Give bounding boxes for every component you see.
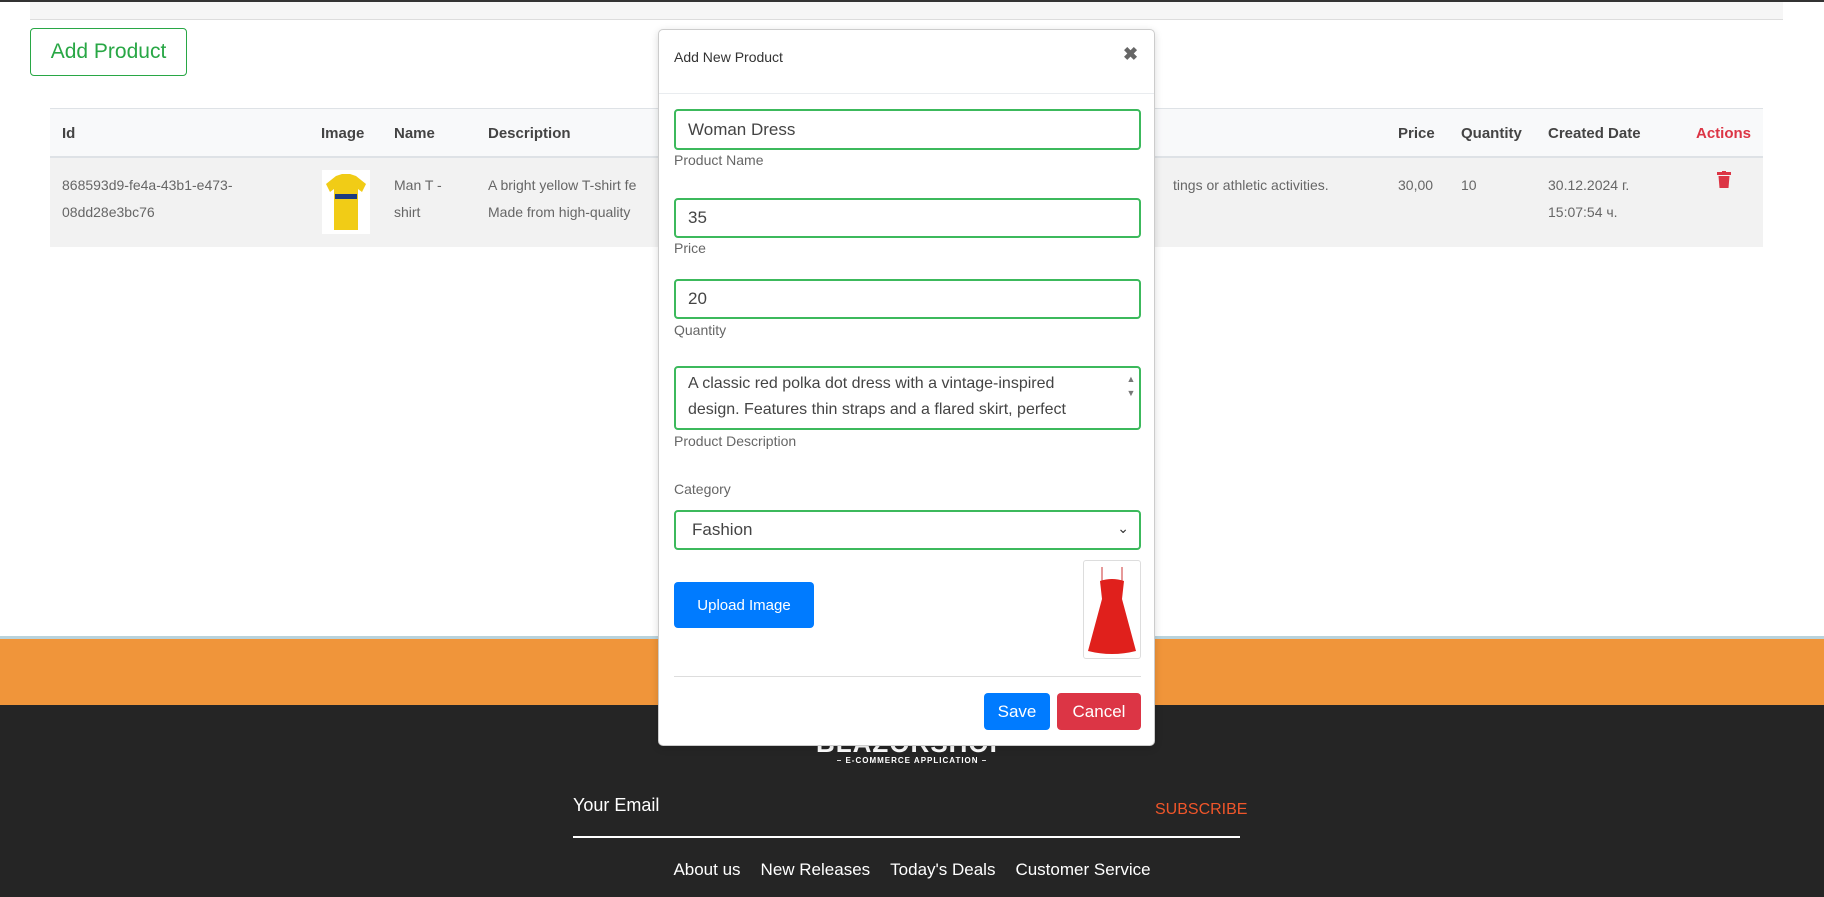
- divider: [674, 676, 1141, 677]
- description-textarea[interactable]: A classic red polka dot dress with a vin…: [674, 366, 1141, 430]
- price-label: Price: [674, 240, 706, 256]
- description-line: A bright yellow T-shirt fe: [488, 177, 637, 193]
- category-select[interactable]: Fashion ⌄: [674, 510, 1141, 550]
- header-actions: Actions: [1696, 125, 1752, 142]
- description-label: Product Description: [674, 433, 797, 449]
- header-created-date: Created Date: [1548, 125, 1641, 142]
- category-value: Fashion: [692, 520, 753, 539]
- name-line: shirt: [394, 204, 421, 220]
- id-line: 868593d9-fe4a-43b1-e473-: [62, 177, 233, 193]
- footer-link-todays-deals[interactable]: Today's Deals: [890, 860, 995, 880]
- add-product-modal: Add New Product ✖ Woman Dress Product Na…: [658, 29, 1155, 746]
- cell-description-end: tings or athletic activities.: [1173, 177, 1329, 193]
- quantity-input[interactable]: 20: [674, 279, 1141, 319]
- save-button[interactable]: Save: [984, 693, 1050, 730]
- cell-description: A bright yellow T-shirt fe Made from high…: [488, 172, 636, 226]
- email-input[interactable]: Your Email: [573, 795, 659, 816]
- modal-title: Add New Product: [674, 49, 783, 65]
- cell-quantity: 10: [1461, 177, 1477, 193]
- header-price: Price: [1398, 125, 1435, 142]
- id-line: 08dd28e3bc76: [62, 204, 155, 220]
- product-image-preview: [1083, 560, 1141, 659]
- trash-icon[interactable]: [1717, 171, 1731, 188]
- top-bar: [30, 2, 1783, 20]
- header-id: Id: [62, 125, 76, 142]
- divider: [659, 93, 1154, 94]
- date-line: 30.12.2024 г.: [1548, 177, 1630, 193]
- header-name: Name: [394, 125, 435, 142]
- product-thumbnail: [322, 170, 370, 234]
- description-line: Made from high-quality: [488, 204, 631, 220]
- product-name-label: Product Name: [674, 152, 764, 168]
- date-line: 15:07:54 ч.: [1548, 204, 1618, 220]
- cell-name: Man T - shirt: [394, 172, 442, 226]
- footer-link-about[interactable]: About us: [673, 860, 740, 880]
- product-name-input[interactable]: Woman Dress: [674, 109, 1141, 150]
- email-underline: [573, 836, 1240, 838]
- header-image: Image: [321, 125, 365, 142]
- cell-id: 868593d9-fe4a-43b1-e473- 08dd28e3bc76: [62, 172, 232, 226]
- logo-subtitle: – E-COMMERCE APPLICATION –: [836, 756, 988, 765]
- header-quantity: Quantity: [1461, 125, 1522, 142]
- footer-links: About us New Releases Today's Deals Cust…: [0, 860, 1824, 880]
- footer-link-new-releases[interactable]: New Releases: [761, 860, 871, 880]
- chevron-down-icon: ⌄: [1117, 520, 1129, 536]
- name-line: Man T -: [394, 177, 442, 193]
- cancel-button[interactable]: Cancel: [1057, 693, 1141, 730]
- close-icon[interactable]: ✖: [1123, 44, 1138, 65]
- yellow-tshirt-icon: [326, 174, 366, 230]
- footer-link-customer-service[interactable]: Customer Service: [1015, 860, 1150, 880]
- category-label: Category: [674, 481, 731, 497]
- cell-created-date: 30.12.2024 г. 15:07:54 ч.: [1548, 172, 1629, 226]
- subscribe-button[interactable]: SUBSCRIBE: [1155, 801, 1247, 819]
- header-description: Description: [488, 125, 571, 142]
- textarea-scrollbar[interactable]: ▲ ▼: [1125, 372, 1137, 422]
- cell-price: 30,00: [1398, 177, 1434, 193]
- red-dress-icon: [1088, 567, 1136, 654]
- description-text: A classic red polka dot dress with a vin…: [688, 375, 1066, 418]
- price-input[interactable]: 35: [674, 198, 1141, 238]
- upload-image-button[interactable]: Upload Image: [674, 582, 814, 628]
- add-product-button[interactable]: Add Product: [30, 28, 187, 76]
- quantity-label: Quantity: [674, 322, 727, 338]
